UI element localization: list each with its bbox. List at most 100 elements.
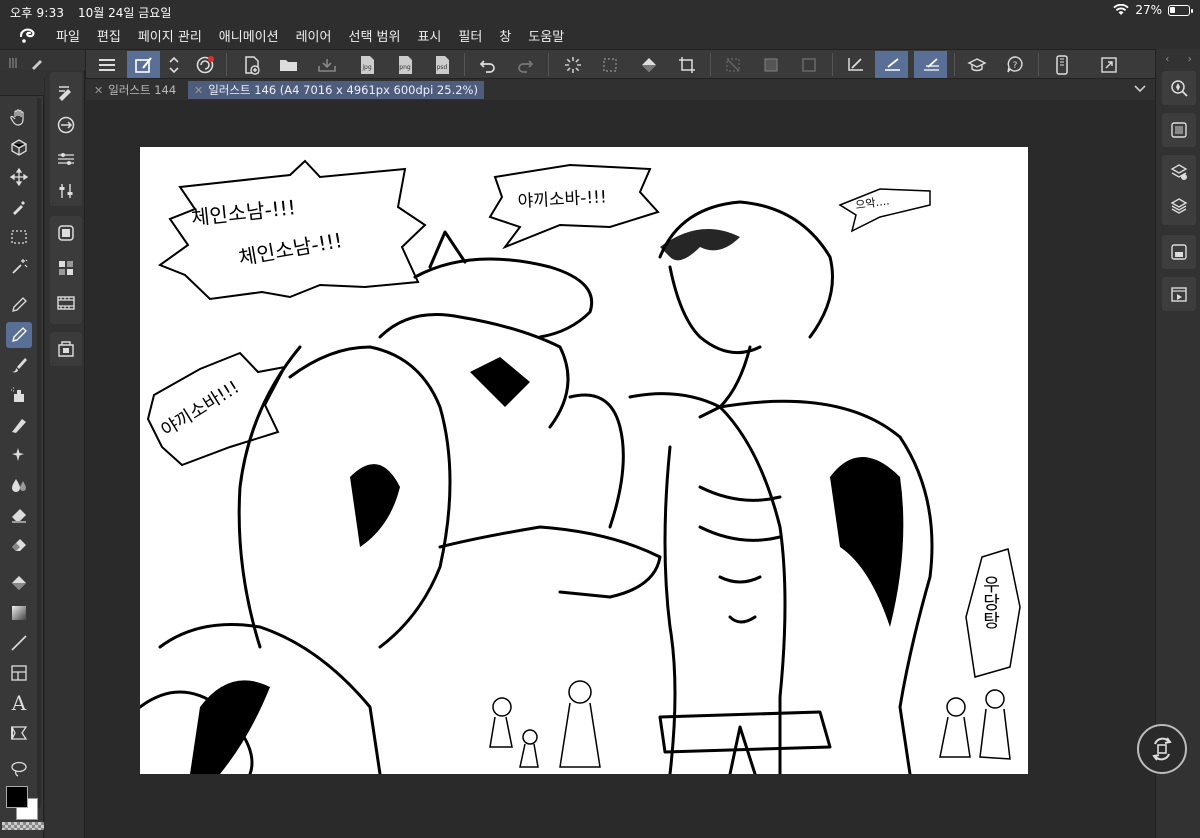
snap-ruler-icon[interactable]: [838, 51, 871, 78]
help-icon[interactable]: ?: [998, 51, 1031, 78]
pen-icon[interactable]: [6, 292, 32, 318]
menu-bar: 파일 편집 페이지 관리 애니메이션 레이어 선택 범위 표시 필터 창 도움말: [0, 22, 1200, 49]
crop-icon[interactable]: [670, 51, 703, 78]
navigator-group: [1162, 71, 1196, 105]
tool-palette-scrollbar[interactable]: [37, 98, 41, 808]
airbrush-icon[interactable]: [6, 382, 32, 408]
menu-animation[interactable]: 애니메이션: [219, 26, 279, 45]
open-folder-icon[interactable]: [272, 51, 305, 78]
export-png-icon[interactable]: png: [388, 51, 421, 78]
eraser-pencil-icon[interactable]: [6, 412, 32, 438]
menu-view[interactable]: 표시: [417, 26, 441, 45]
tab-document-144[interactable]: ✕ 일러스트 144: [88, 81, 182, 99]
clip-studio-logo-icon[interactable]: [0, 22, 56, 49]
close-icon[interactable]: ✕: [94, 84, 103, 97]
material-icon[interactable]: [53, 336, 79, 362]
select-tool-icon[interactable]: [127, 51, 160, 78]
status-date: 10월 24일 금요일: [78, 6, 172, 20]
fill-gray-icon[interactable]: [754, 51, 787, 78]
eyedropper-icon[interactable]: [6, 194, 32, 220]
export-jpg-icon[interactable]: jpg: [350, 51, 383, 78]
menu-file[interactable]: 파일: [56, 26, 80, 45]
item-bank-icon[interactable]: [1166, 239, 1192, 265]
snap-grid-icon[interactable]: [914, 51, 947, 78]
clip-studio-icon[interactable]: [188, 51, 221, 78]
command-bar: jpg png psd ?: [0, 49, 1200, 79]
quick-access-button[interactable]: [1137, 724, 1187, 774]
redo-icon[interactable]: [508, 51, 541, 78]
hand-icon[interactable]: [6, 104, 32, 130]
transparent-color-swatch[interactable]: [2, 822, 44, 830]
color-swatches[interactable]: [2, 782, 44, 830]
color-circle-icon[interactable]: [53, 220, 79, 246]
magic-wand-icon[interactable]: [6, 254, 32, 280]
save-group: [1162, 235, 1196, 269]
tab-label: 일러스트 144: [108, 83, 177, 97]
transform-icon[interactable]: [593, 51, 626, 78]
clear-icon[interactable]: [716, 51, 749, 78]
tool-property-icon[interactable]: [53, 112, 79, 138]
menu-layer[interactable]: 레이어: [296, 26, 332, 45]
brush-size-icon[interactable]: [53, 146, 79, 172]
menu-edit[interactable]: 편집: [97, 26, 121, 45]
menu-selection[interactable]: 선택 범위: [348, 26, 400, 45]
menu-filter[interactable]: 필터: [458, 26, 482, 45]
status-right: 27%: [1113, 3, 1193, 17]
snap-special-icon[interactable]: [875, 51, 908, 78]
layer-property-icon[interactable]: [1166, 159, 1192, 185]
main-color-swatch[interactable]: [6, 786, 28, 808]
rotate-3d-icon[interactable]: [6, 134, 32, 160]
animation-cels-icon[interactable]: [1166, 281, 1192, 307]
eraser-fill-icon[interactable]: [6, 532, 32, 558]
chevron-left-icon[interactable]: ‹: [1165, 54, 1169, 65]
svg-text:jpg: jpg: [361, 64, 371, 71]
loading-icon[interactable]: [556, 51, 589, 78]
tool-settings-icon[interactable]: [53, 178, 79, 204]
frame-icon[interactable]: [6, 660, 32, 686]
timeline-icon[interactable]: [53, 290, 79, 316]
line-icon[interactable]: [6, 630, 32, 656]
chevron-right-icon[interactable]: ›: [1188, 54, 1192, 65]
tab-document-146[interactable]: ✕ 일러스트 146 (A4 7016 x 4961px 600dpi 25.2%…: [188, 81, 484, 99]
chevron-down-icon[interactable]: [1133, 81, 1147, 95]
move-icon[interactable]: [6, 164, 32, 190]
layers-icon[interactable]: [1166, 193, 1192, 219]
updown-icon[interactable]: [160, 51, 188, 78]
new-file-icon[interactable]: [235, 51, 268, 78]
sub-palette-column: [45, 70, 85, 838]
gradient-icon[interactable]: [6, 600, 32, 626]
brush-icon[interactable]: [6, 352, 32, 378]
status-time: 오후 9:33: [10, 6, 65, 20]
blend-icon[interactable]: [6, 472, 32, 498]
export-psd-icon[interactable]: psd: [425, 51, 458, 78]
grip-icon[interactable]: [8, 56, 18, 70]
navigator-icon[interactable]: [1166, 75, 1192, 101]
menu-help[interactable]: 도움말: [528, 26, 564, 45]
lasso-icon[interactable]: [6, 756, 32, 782]
sub-view-icon[interactable]: [1166, 117, 1192, 143]
eraser-icon[interactable]: [6, 502, 32, 528]
tab-label: 일러스트 146 (A4 7016 x 4961px 600dpi 25.2%): [208, 83, 478, 97]
fill-bucket-icon[interactable]: [6, 570, 32, 596]
menu-icon[interactable]: [90, 51, 123, 78]
drawing-canvas[interactable]: 체인소남-!!! 체인소남-!!! 야끼소바-!!! 야끼소바!!! 으악...…: [140, 147, 1028, 774]
pen-mini-icon[interactable]: [30, 56, 44, 70]
battery-fill: [1170, 6, 1175, 13]
undo-icon[interactable]: [471, 51, 504, 78]
sub-tool-icon[interactable]: [53, 78, 79, 104]
sparkle-icon[interactable]: [6, 442, 32, 468]
pen-active-icon[interactable]: [6, 322, 32, 348]
learn-icon[interactable]: [960, 51, 993, 78]
save-icon[interactable]: [310, 51, 343, 78]
close-icon[interactable]: ✕: [194, 84, 203, 97]
text-icon[interactable]: A: [6, 690, 32, 716]
menu-window[interactable]: 창: [499, 26, 511, 45]
fill-icon[interactable]: [632, 51, 665, 78]
marquee-icon[interactable]: [6, 224, 32, 250]
menu-page[interactable]: 페이지 관리: [138, 26, 202, 45]
color-set-icon[interactable]: [53, 255, 79, 281]
expand-icon[interactable]: [1092, 51, 1125, 78]
smartphone-icon[interactable]: [1045, 51, 1078, 78]
border-icon[interactable]: [792, 51, 825, 78]
balloon-icon[interactable]: [6, 720, 32, 746]
